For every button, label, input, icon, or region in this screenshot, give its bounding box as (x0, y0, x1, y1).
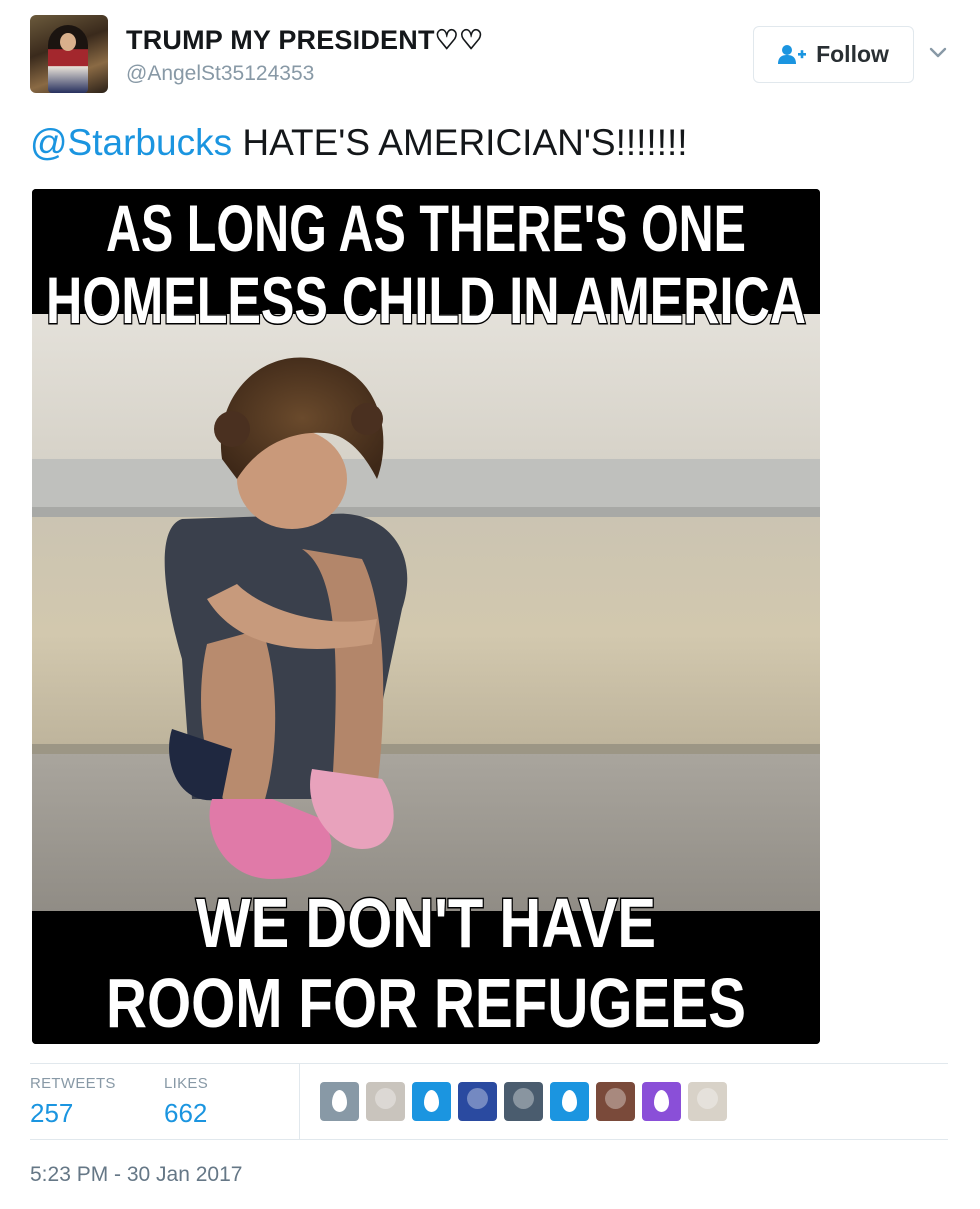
mention-link[interactable]: @Starbucks (30, 122, 232, 163)
photo-icon (467, 1088, 488, 1109)
avatar-face (60, 33, 76, 51)
tweet-text: @Starbucks HATE'S AMERICIAN'S!!!!!!! (30, 122, 688, 164)
egg-icon (332, 1090, 347, 1112)
egg-icon (562, 1090, 577, 1112)
liker-avatar[interactable] (550, 1082, 589, 1121)
author-avatar[interactable] (30, 15, 108, 93)
bottom-caption-line2: ROOM FOR REFUGEES (106, 964, 746, 1042)
photo-icon (375, 1088, 396, 1109)
photo-icon (605, 1088, 626, 1109)
photo-icon (513, 1088, 534, 1109)
author-handle[interactable]: @AngelSt35124353 (126, 62, 314, 86)
liker-avatar[interactable] (642, 1082, 681, 1121)
retweets-stat[interactable]: RETWEETS 257 (30, 1075, 116, 1129)
retweets-count: 257 (30, 1098, 74, 1128)
liker-avatar[interactable] (596, 1082, 635, 1121)
liker-avatar[interactable] (458, 1082, 497, 1121)
bottom-caption-line1: WE DON'T HAVE (196, 884, 656, 962)
top-caption-line1: AS LONG AS THERE'S ONE (106, 191, 746, 265)
top-caption-line2: HOMELESS CHILD IN AMERICA (46, 263, 806, 337)
photo-icon (697, 1088, 718, 1109)
liker-avatar[interactable] (366, 1082, 405, 1121)
author-display-name[interactable]: TRUMP MY PRESIDENT♡♡ (126, 25, 483, 56)
chevron-down-icon[interactable] (928, 42, 948, 62)
tweet-media-image[interactable]: AS LONG AS THERE'S ONE HOMELESS CHILD IN… (32, 189, 820, 1044)
liker-avatar[interactable] (320, 1082, 359, 1121)
liker-avatar[interactable] (412, 1082, 451, 1121)
likes-count: 662 (164, 1098, 208, 1128)
retweets-label: RETWEETS (30, 1075, 116, 1092)
egg-icon (654, 1090, 669, 1112)
likes-stat[interactable]: LIKES 662 (164, 1075, 208, 1129)
follow-button-label: Follow (816, 41, 889, 67)
egg-icon (424, 1090, 439, 1112)
liker-avatar[interactable] (504, 1082, 543, 1121)
add-user-icon (778, 44, 807, 66)
likes-label: LIKES (164, 1075, 209, 1092)
tweet-timestamp[interactable]: 5:23 PM - 30 Jan 2017 (30, 1163, 242, 1187)
liker-avatars (320, 1082, 727, 1122)
stats-divider-bottom (30, 1139, 948, 1140)
tweet-body: HATE'S AMERICIAN'S!!!!!!! (232, 122, 688, 163)
stats-divider-top (30, 1063, 948, 1064)
stats-divider-vertical (299, 1063, 300, 1139)
follow-button[interactable]: Follow (753, 26, 914, 83)
liker-avatar[interactable] (688, 1082, 727, 1121)
